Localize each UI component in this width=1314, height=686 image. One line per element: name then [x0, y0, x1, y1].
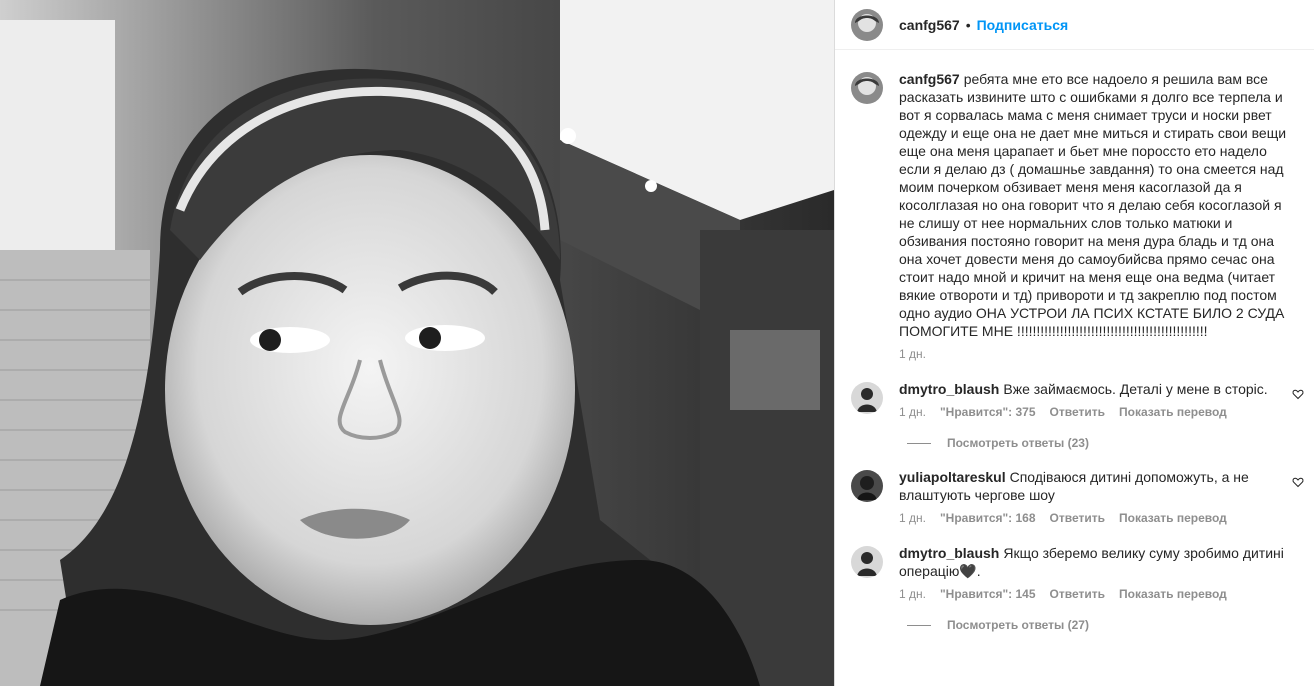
reply-button[interactable]: Ответить: [1050, 510, 1105, 526]
caption-avatar[interactable]: [851, 72, 883, 104]
view-replies-label: Посмотреть ответы (27): [947, 618, 1089, 632]
comment-likes[interactable]: "Нравится": 375: [940, 404, 1036, 420]
translate-button[interactable]: Показать перевод: [1119, 586, 1227, 602]
replies-divider: [907, 624, 931, 626]
post-sidebar: canfg567 • Подписаться canfg567 ребята мн…: [834, 0, 1314, 686]
caption-body: ребята мне ето все надоело я решила вам …: [899, 71, 1287, 339]
caption-username[interactable]: canfg567: [899, 71, 960, 87]
post-viewer: canfg567 • Подписаться canfg567 ребята мн…: [0, 0, 1314, 686]
separator-dot: •: [965, 16, 971, 33]
comment-item: yuliapoltareskul Сподіваюся дитині допомо…: [851, 468, 1304, 526]
commenter-username[interactable]: dmytro_blaush: [899, 545, 999, 561]
follow-button[interactable]: Подписаться: [977, 17, 1069, 33]
comment-time[interactable]: 1 дн.: [899, 404, 926, 420]
reply-button[interactable]: Ответить: [1050, 586, 1105, 602]
post-image: [0, 0, 834, 686]
reply-button[interactable]: Ответить: [1050, 404, 1105, 420]
commenter-avatar[interactable]: [851, 470, 883, 502]
post-photo[interactable]: [0, 0, 834, 686]
comment-item: dmytro_blaush Вже займаємось. Деталі у ме…: [851, 380, 1304, 450]
comments-area: canfg567 ребята мне ето все надоело я реш…: [835, 50, 1314, 632]
comment-item: dmytro_blaush Якщо зберемо велику суму зр…: [851, 544, 1298, 632]
author-avatar[interactable]: [851, 8, 883, 41]
heart-outline-icon[interactable]: [1292, 388, 1304, 400]
commenter-avatar[interactable]: [851, 546, 883, 578]
comment-likes[interactable]: "Нравится": 168: [940, 510, 1036, 526]
view-replies-label: Посмотреть ответы (23): [947, 436, 1089, 450]
caption-meta: 1 дн.: [899, 346, 1298, 362]
author-username[interactable]: canfg567: [899, 17, 960, 33]
comment-time[interactable]: 1 дн.: [899, 586, 926, 602]
comment-text: Вже займаємось. Деталі у мене в сторіс.: [1003, 381, 1268, 397]
replies-divider: [907, 442, 931, 444]
translate-button[interactable]: Показать перевод: [1119, 510, 1227, 526]
post-header: canfg567 • Подписаться: [835, 0, 1314, 50]
caption-time[interactable]: 1 дн.: [899, 346, 926, 362]
view-replies-button[interactable]: Посмотреть ответы (23): [907, 436, 1298, 450]
caption-text: canfg567 ребята мне ето все надоело я реш…: [899, 70, 1298, 340]
commenter-avatar[interactable]: [851, 382, 883, 414]
comment-time[interactable]: 1 дн.: [899, 510, 926, 526]
commenter-username[interactable]: dmytro_blaush: [899, 381, 999, 397]
view-replies-button[interactable]: Посмотреть ответы (27): [907, 618, 1298, 632]
caption-row: canfg567 ребята мне ето все надоело я реш…: [851, 70, 1298, 362]
heart-outline-icon[interactable]: [1292, 476, 1304, 488]
commenter-username[interactable]: yuliapoltareskul: [899, 469, 1006, 485]
translate-button[interactable]: Показать перевод: [1119, 404, 1227, 420]
comment-likes[interactable]: "Нравится": 145: [940, 586, 1036, 602]
